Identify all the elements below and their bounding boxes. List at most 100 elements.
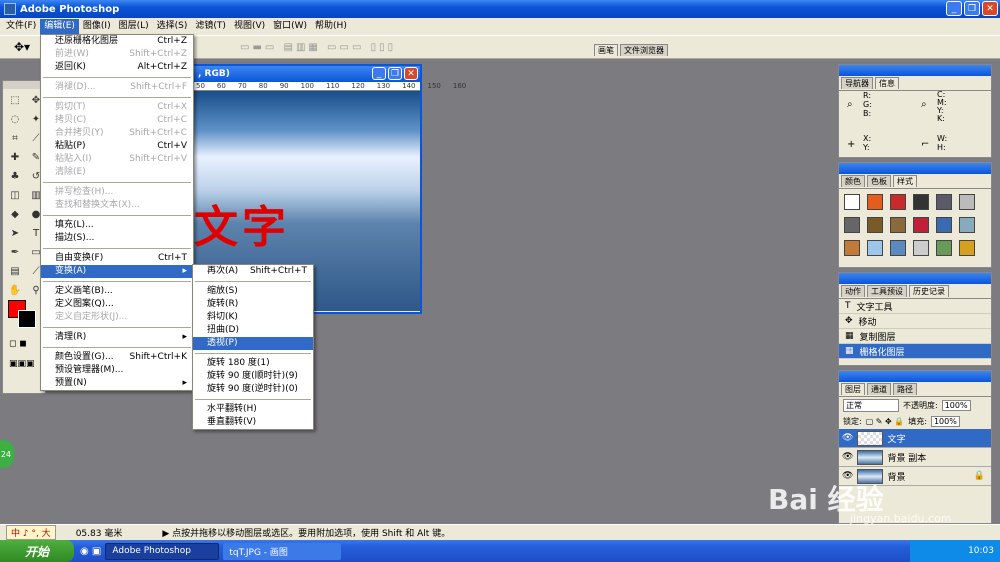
tab-channels[interactable]: 通道 — [867, 383, 891, 395]
tab-layers[interactable]: 图层 — [841, 383, 865, 395]
eraser-tool-icon[interactable]: ◫ — [6, 187, 24, 203]
pen-tool-icon[interactable]: ✒ — [6, 244, 24, 260]
edit-menu-item[interactable]: 颜色设置(G)... Shift+Ctrl+K — [41, 351, 193, 364]
transform-menu-item[interactable]: 旋转(R) — [193, 298, 313, 311]
lasso-tool-icon[interactable]: ◌ — [6, 111, 24, 127]
menu-help[interactable]: 帮助(H) — [311, 19, 351, 34]
edit-menu-item[interactable]: 自由变换(F) Ctrl+T — [41, 252, 193, 265]
edit-menu-item[interactable]: 定义图案(Q)... — [41, 298, 193, 311]
opacity-input[interactable]: 100% — [941, 400, 971, 411]
style-swatch[interactable] — [890, 240, 906, 256]
style-swatch[interactable] — [913, 240, 929, 256]
transform-menu-item[interactable]: 扭曲(D) — [193, 324, 313, 337]
edit-menu-item[interactable]: 定义自定形状(J)... — [41, 311, 193, 324]
maximize-icon[interactable]: ❐ — [388, 67, 402, 80]
task-photoshop[interactable]: Adobe Photoshop — [105, 542, 220, 560]
tab-file-browser[interactable]: 文件浏览器 — [620, 44, 668, 56]
style-swatch[interactable] — [913, 194, 929, 210]
close-icon[interactable]: ✕ — [982, 1, 998, 16]
eye-icon[interactable]: 👁 — [842, 433, 853, 443]
edit-menu-item[interactable]: 查找和替换文本(X)... — [41, 199, 193, 212]
ime-bar[interactable]: 中 ♪ °, 大 — [6, 525, 56, 540]
edit-menu-item[interactable]: 还原栅格化图层 Ctrl+Z — [41, 35, 193, 48]
edit-menu-item[interactable]: 前进(W) Shift+Ctrl+Z — [41, 48, 193, 61]
edit-menu-item[interactable]: 填充(L)... — [41, 219, 193, 232]
style-swatch[interactable] — [844, 240, 860, 256]
style-swatch[interactable] — [936, 194, 952, 210]
history-item-active[interactable]: ▦ 栅格化图层 — [839, 344, 991, 359]
transform-menu-item[interactable]: 再次(A) Shift+Ctrl+T — [193, 265, 313, 278]
layer-row[interactable]: 👁 背景 副本 — [839, 448, 991, 467]
minimize-icon[interactable]: _ — [946, 1, 962, 16]
style-swatch[interactable] — [959, 240, 975, 256]
tab-swatches[interactable]: 色板 — [867, 175, 891, 187]
history-item[interactable]: ✥ 移动 — [839, 314, 991, 329]
edit-menu-item[interactable]: 返回(K) Alt+Ctrl+Z — [41, 61, 193, 74]
history-item[interactable]: T 文字工具 — [839, 299, 991, 314]
tab-tool-presets[interactable]: 工具预设 — [867, 285, 907, 297]
menu-layer[interactable]: 图层(L) — [115, 19, 153, 34]
background-color-swatch[interactable] — [18, 310, 36, 328]
lock-icons[interactable]: ▢ ✎ ✥ 🔒 — [866, 417, 905, 426]
menu-image[interactable]: 图像(I) — [79, 19, 115, 34]
notes-tool-icon[interactable]: ▤ — [6, 263, 24, 279]
edit-menu-item[interactable]: 剪切(T) Ctrl+X — [41, 101, 193, 114]
style-swatch[interactable] — [959, 217, 975, 233]
blur-tool-icon[interactable]: ◆ — [6, 206, 24, 222]
transform-menu-item[interactable]: 垂直翻转(V) — [193, 416, 313, 429]
layer-row[interactable]: 👁 文字 — [839, 429, 991, 448]
start-button[interactable]: 开始 — [0, 540, 74, 562]
align-icons[interactable]: ▭▬▭ ▤▥▦ ▭▭▭ ▯▯▯ — [240, 42, 396, 53]
minimize-icon[interactable]: _ — [372, 67, 386, 80]
edit-menu-item[interactable]: 合并拷贝(Y) Shift+Ctrl+C — [41, 127, 193, 140]
menu-edit[interactable]: 编辑(E) — [40, 19, 79, 34]
transform-menu-item[interactable]: 缩放(S) — [193, 285, 313, 298]
style-swatch[interactable] — [913, 217, 929, 233]
menu-window[interactable]: 窗口(W) — [269, 19, 311, 34]
tab-history[interactable]: 历史记录 — [909, 285, 949, 297]
edit-menu-item[interactable]: 描边(S)... — [41, 232, 193, 245]
crop-tool-icon[interactable]: ⌗ — [6, 130, 24, 146]
stamp-tool-icon[interactable]: ♣ — [6, 168, 24, 184]
close-icon[interactable]: ✕ — [404, 67, 418, 80]
eye-icon[interactable]: 👁 — [842, 452, 853, 462]
menu-select[interactable]: 选择(S) — [153, 19, 192, 34]
fill-input[interactable]: 100% — [930, 416, 960, 427]
edit-menu-item[interactable]: 预设管理器(M)... — [41, 364, 193, 377]
transform-menu-item[interactable]: 水平翻转(H) — [193, 403, 313, 416]
move-tool-icon[interactable]: ✥▾ — [14, 40, 30, 54]
transform-menu-item[interactable]: 透视(P) — [193, 337, 313, 350]
style-swatch[interactable] — [890, 217, 906, 233]
transform-menu-item[interactable]: 旋转 180 度(1) — [193, 357, 313, 370]
blend-mode-select[interactable]: 正常 — [843, 399, 899, 412]
style-swatch-none[interactable] — [844, 194, 860, 210]
style-swatch[interactable] — [867, 194, 883, 210]
style-swatch[interactable] — [936, 217, 952, 233]
tab-actions[interactable]: 动作 — [841, 285, 865, 297]
edit-menu-item[interactable]: 拷贝(C) Ctrl+C — [41, 114, 193, 127]
style-swatch[interactable] — [959, 194, 975, 210]
style-swatch[interactable] — [936, 240, 952, 256]
hand-tool-icon[interactable]: ✋ — [6, 282, 24, 298]
edit-menu-item[interactable]: 变换(A) ▸ — [41, 265, 193, 278]
tab-styles[interactable]: 样式 — [893, 175, 917, 187]
history-item[interactable]: ▦ 复制图层 — [839, 329, 991, 344]
transform-menu-item[interactable]: 旋转 90 度(顺时针)(9) — [193, 370, 313, 383]
edit-menu-item[interactable]: 预置(N) ▸ — [41, 377, 193, 390]
tab-paths[interactable]: 路径 — [893, 383, 917, 395]
edit-menu-item[interactable]: 定义画笔(B)... — [41, 285, 193, 298]
transform-menu-item[interactable]: 斜切(K) — [193, 311, 313, 324]
tab-brushes[interactable]: 画笔 — [594, 44, 618, 56]
marquee-tool-icon[interactable]: ⬚ — [6, 92, 24, 108]
menu-file[interactable]: 文件(F) — [2, 19, 40, 34]
style-swatch[interactable] — [890, 194, 906, 210]
tab-navigator[interactable]: 导航器 — [841, 77, 873, 89]
maximize-icon[interactable]: ❐ — [964, 1, 980, 16]
path-select-icon[interactable]: ➤ — [6, 225, 24, 241]
transform-menu-item[interactable]: 旋转 90 度(逆时针)(0) — [193, 383, 313, 396]
task-paint[interactable]: tqT.JPG - 画图 — [223, 542, 342, 560]
edit-menu-item[interactable]: 消褪(D)... Shift+Ctrl+F — [41, 81, 193, 94]
edit-menu-item[interactable]: 拼写检查(H)... — [41, 186, 193, 199]
edit-menu-item[interactable]: 粘贴入(I) Shift+Ctrl+V — [41, 153, 193, 166]
edit-menu-item[interactable]: 清除(E) — [41, 166, 193, 179]
